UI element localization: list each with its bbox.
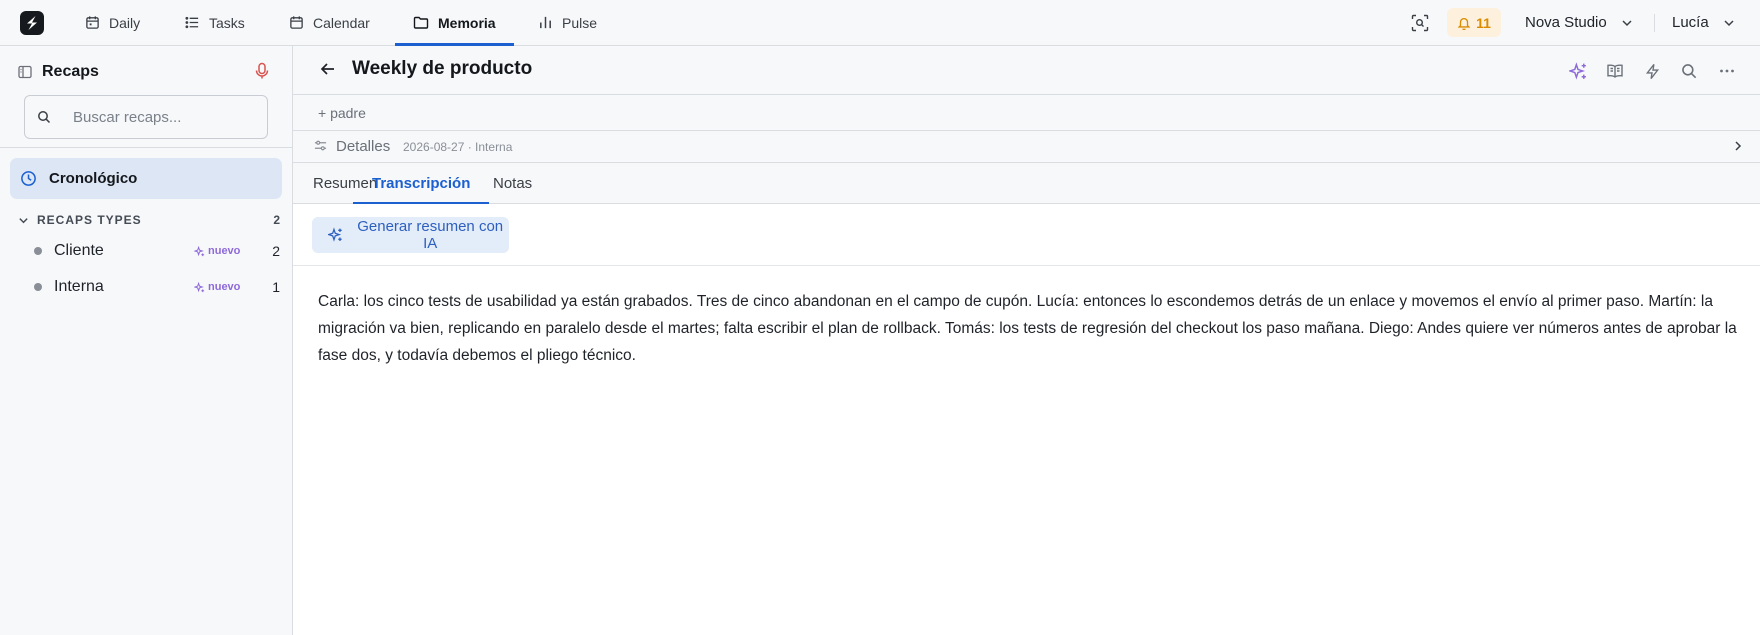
status-dot (34, 247, 42, 255)
list-icon (185, 16, 199, 29)
recap-types-header[interactable]: RECAPS TYPES 2 (18, 210, 280, 230)
sidebar-title: Recaps (42, 63, 99, 80)
nav-label: Memoria (438, 14, 496, 31)
new-badge: nuevo (194, 281, 240, 293)
nav-label: Tasks (209, 14, 245, 31)
new-badge: nuevo (194, 245, 240, 257)
chevron-down-icon (19, 217, 28, 223)
chevron-right-icon (1735, 141, 1742, 151)
back-button[interactable] (319, 60, 337, 82)
bell-icon (1457, 17, 1471, 30)
nav-label: Pulse (562, 14, 598, 31)
divider (293, 265, 1760, 266)
sparkle-icon (194, 245, 205, 256)
folder-icon (413, 16, 429, 29)
sidebar-item-cronologico[interactable]: Cronológico (10, 158, 282, 199)
app-logo-icon[interactable] (20, 11, 44, 35)
button-label: Generar resumen con IA (357, 218, 504, 252)
sparkle-icon (1568, 61, 1586, 80)
workspace-name: Nova Studio (1525, 14, 1607, 31)
details-meta: 2026-08-27 · Interna (403, 140, 513, 154)
arrow-left-icon (320, 63, 334, 75)
settings-sliders-icon (314, 140, 327, 151)
recap-type-interna[interactable]: Interna nuevo 1 (18, 272, 280, 302)
bar-chart-icon (540, 16, 551, 29)
scan-icon[interactable] (1409, 12, 1431, 34)
search-icon (1682, 64, 1697, 79)
tab-notas[interactable]: Notas (493, 163, 532, 203)
divider (0, 147, 292, 148)
more-horizontal-icon (1720, 69, 1734, 73)
generate-ai-summary-button[interactable]: Generar resumen con IA (312, 217, 509, 253)
lightning-icon (1645, 63, 1659, 79)
microphone-icon[interactable] (255, 62, 269, 84)
search-button[interactable] (1679, 61, 1699, 81)
add-parent-link[interactable]: + padre (318, 105, 366, 121)
notification-count: 11 (1476, 14, 1491, 31)
status-dot (34, 283, 42, 291)
transcript-text: Carla: los cinco tests de usabilidad ya … (318, 293, 1737, 364)
recap-type-cliente[interactable]: Cliente nuevo 2 (18, 236, 280, 266)
recap-type-count: 1 (272, 279, 280, 295)
section-label: RECAPS TYPES (37, 213, 142, 227)
chevron-down-icon (1724, 19, 1734, 26)
document-tabs: Resumen Transcripción Notas (293, 163, 1760, 204)
parent-row: + padre (293, 95, 1760, 131)
nav-tasks[interactable]: Tasks (185, 0, 245, 45)
tab-resumen[interactable]: Resumen (313, 163, 377, 203)
sparkle-icon (194, 281, 205, 292)
recap-type-count: 2 (272, 243, 280, 259)
more-options-button[interactable] (1717, 61, 1737, 81)
sidebar-header: Recaps (18, 60, 99, 84)
reader-button[interactable] (1605, 61, 1625, 81)
nav-calendar[interactable]: Calendar (289, 0, 370, 45)
chevron-down-icon (1622, 19, 1632, 26)
sidebar-item-label: Cronológico (49, 170, 138, 187)
recap-type-label: Interna (54, 278, 104, 295)
ai-sparkle-button[interactable] (1568, 61, 1588, 81)
nav-label: Daily (109, 14, 141, 31)
badge-label: nuevo (208, 281, 241, 293)
details-row[interactable]: Detalles 2026-08-27 · Interna (293, 131, 1760, 163)
recap-type-label: Cliente (54, 242, 104, 259)
sidebar: Recaps Cronológico RECAPS TYPES 2 Client… (0, 46, 293, 635)
search-input[interactable] (73, 96, 263, 138)
workspace-switcher[interactable]: Nova Studio (1525, 0, 1633, 45)
nav-daily[interactable]: Daily (85, 0, 140, 45)
details-label: Detalles (336, 138, 391, 155)
divider (1654, 14, 1655, 32)
tab-transcripcion[interactable]: Transcripción (352, 163, 490, 204)
clock-icon (21, 171, 36, 186)
search-box (24, 95, 268, 139)
badge-label: nuevo (208, 245, 241, 257)
search-icon (38, 111, 51, 124)
nav-memoria[interactable]: Memoria (395, 0, 514, 46)
nav-pulse[interactable]: Pulse (538, 0, 597, 45)
nav-label: Calendar (313, 14, 370, 31)
user-menu[interactable]: Lucía (1672, 0, 1735, 45)
notifications-button[interactable]: 11 (1447, 8, 1501, 37)
calendar-icon (290, 16, 303, 29)
section-count: 2 (273, 213, 280, 227)
main-content: Weekly de producto + padre Detalles 2026… (293, 46, 1760, 635)
calendar-day-icon (86, 16, 99, 29)
sparkle-icon (328, 227, 342, 242)
user-name: Lucía (1672, 14, 1709, 31)
document-header: Weekly de producto (293, 46, 1760, 95)
automation-button[interactable] (1642, 61, 1662, 81)
sidebar-toggle-icon[interactable] (18, 65, 32, 79)
page-title: Weekly de producto (352, 58, 533, 79)
top-navigation-bar: Daily Tasks Calendar Memoria Pulse 11 No… (0, 0, 1760, 46)
book-icon (1607, 64, 1623, 78)
